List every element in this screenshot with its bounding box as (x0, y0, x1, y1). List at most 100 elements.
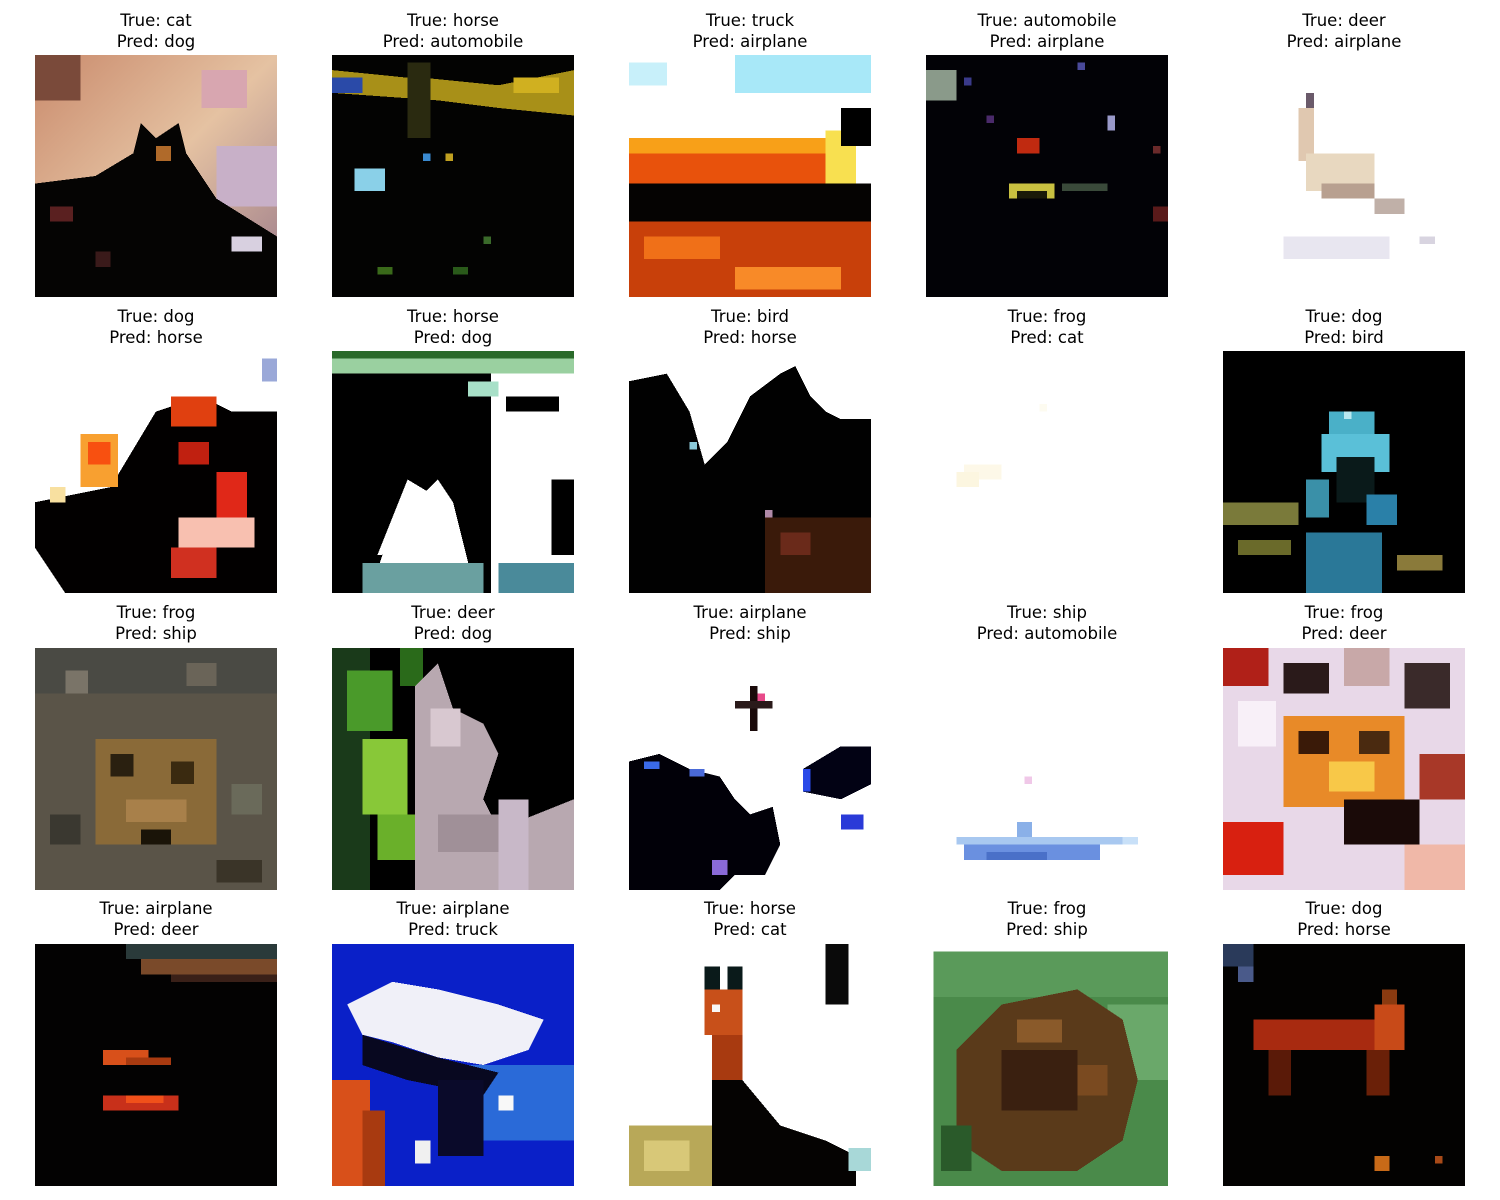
cell-caption: True: horse Pred: automobile (302, 10, 604, 52)
pred-prefix: Pred: (382, 32, 431, 51)
cell-caption: True: dog Pred: horse (5, 306, 307, 348)
pred-label: deer (1348, 624, 1387, 643)
cell-caption: True: frog Pred: cat (896, 306, 1198, 348)
true-prefix: True: (407, 11, 453, 30)
pred-prefix: Pred: (709, 624, 757, 643)
pred-prefix: Pred: (989, 32, 1038, 51)
sample-image (629, 55, 871, 297)
cell-caption: True: automobile Pred: airplane (896, 10, 1198, 52)
true-prefix: True: (711, 307, 757, 326)
sample-image (629, 648, 871, 890)
true-prefix: True: (116, 603, 163, 622)
true-prefix: True: (1007, 603, 1053, 622)
pred-label: automobile (1024, 624, 1118, 643)
sample-image (35, 351, 277, 593)
pred-label: ship (1053, 920, 1088, 939)
pred-prefix: Pred: (713, 920, 761, 939)
sample-image (332, 55, 574, 297)
cell-caption: True: deer Pred: airplane (1193, 10, 1495, 52)
pred-prefix: Pred: (116, 32, 165, 51)
true-prefix: True: (411, 603, 458, 622)
sample-image (332, 944, 574, 1186)
true-prefix: True: (120, 11, 167, 30)
pred-label: truck (455, 920, 498, 939)
cell-caption: True: airplane Pred: deer (5, 898, 307, 940)
pred-label: horse (750, 328, 797, 347)
true-prefix: True: (117, 307, 164, 326)
sample-image (629, 351, 871, 593)
true-label: airplane (145, 899, 213, 918)
pred-label: automobile (430, 32, 524, 51)
pred-prefix: Pred: (1006, 920, 1054, 939)
cell-caption: True: deer Pred: dog (302, 602, 604, 644)
pred-prefix: Pred: (113, 920, 161, 939)
sample-image (332, 648, 574, 890)
cell-caption: True: dog Pred: bird (1193, 306, 1495, 348)
cell-caption: True: airplane Pred: truck (302, 898, 604, 940)
true-label: dog (1351, 307, 1383, 326)
true-prefix: True: (693, 603, 740, 622)
pred-prefix: Pred: (1297, 920, 1345, 939)
true-label: bird (756, 307, 789, 326)
pred-label: airplane (740, 32, 808, 51)
true-label: horse (452, 11, 499, 30)
pred-label: dog (461, 328, 493, 347)
sample-image (1223, 648, 1465, 890)
pred-label: cat (1057, 328, 1084, 347)
cell-caption: True: dog Pred: horse (1193, 898, 1495, 940)
pred-prefix: Pred: (976, 624, 1025, 643)
sample-image (1223, 944, 1465, 1186)
cell-caption: True: airplane Pred: ship (599, 602, 901, 644)
true-label: dog (163, 307, 195, 326)
sample-image (926, 944, 1168, 1186)
true-prefix: True: (977, 11, 1024, 30)
true-prefix: True: (1302, 11, 1349, 30)
true-label: horse (749, 899, 796, 918)
pred-label: horse (156, 328, 203, 347)
pred-prefix: Pred: (408, 920, 456, 939)
pred-label: airplane (1334, 32, 1402, 51)
pred-label: dog (461, 624, 493, 643)
cell-caption: True: horse Pred: cat (599, 898, 901, 940)
cell-caption: True: frog Pred: ship (896, 898, 1198, 940)
true-prefix: True: (396, 899, 443, 918)
true-label: frog (162, 603, 196, 622)
pred-prefix: Pred: (115, 624, 163, 643)
pred-prefix: Pred: (703, 328, 751, 347)
sample-image (629, 944, 871, 1186)
sample-image (35, 944, 277, 1186)
true-prefix: True: (1305, 899, 1352, 918)
pred-label: cat (760, 920, 787, 939)
true-label: cat (166, 11, 192, 30)
true-prefix: True: (1007, 899, 1054, 918)
pred-label: dog (164, 32, 196, 51)
sample-image (1223, 351, 1465, 593)
true-label: airplane (739, 603, 807, 622)
true-prefix: True: (705, 11, 752, 30)
cell-caption: True: bird Pred: horse (599, 306, 901, 348)
true-prefix: True: (704, 899, 750, 918)
pred-label: horse (1344, 920, 1391, 939)
pred-label: ship (756, 624, 791, 643)
pred-prefix: Pred: (1010, 328, 1058, 347)
true-label: deer (1348, 11, 1386, 30)
true-label: frog (1053, 899, 1087, 918)
sample-image (926, 648, 1168, 890)
sample-image (1223, 55, 1465, 297)
true-prefix: True: (99, 899, 146, 918)
pred-label: ship (162, 624, 197, 643)
true-label: automobile (1023, 11, 1117, 30)
pred-prefix: Pred: (1301, 624, 1349, 643)
pred-prefix: Pred: (692, 32, 741, 51)
true-prefix: True: (1304, 603, 1351, 622)
sample-image (35, 55, 277, 297)
true-label: frog (1350, 603, 1384, 622)
pred-prefix: Pred: (1286, 32, 1335, 51)
true-prefix: True: (1305, 307, 1352, 326)
true-prefix: True: (1007, 307, 1054, 326)
pred-prefix: Pred: (109, 328, 157, 347)
true-label: dog (1351, 899, 1383, 918)
pred-label: airplane (1037, 32, 1105, 51)
pred-prefix: Pred: (413, 624, 462, 643)
true-label: ship (1052, 603, 1087, 622)
